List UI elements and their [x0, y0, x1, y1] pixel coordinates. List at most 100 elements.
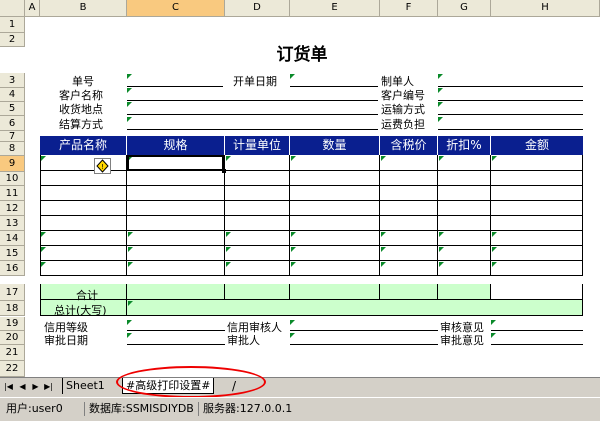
row-header-18[interactable]: 18	[0, 301, 25, 316]
row-header-12[interactable]: 12	[0, 201, 25, 216]
table-cell[interactable]	[438, 216, 491, 231]
table-cell[interactable]	[438, 155, 491, 171]
order-no-field[interactable]	[127, 86, 223, 87]
transport-field[interactable]	[438, 114, 583, 115]
freight-field[interactable]	[438, 129, 583, 130]
table-cell[interactable]	[290, 231, 380, 246]
customer-name-field[interactable]	[127, 100, 378, 101]
row-header-2[interactable]: 2	[0, 33, 25, 47]
row-header-9[interactable]: 9	[0, 156, 25, 172]
table-cell[interactable]	[127, 171, 225, 186]
table-cell[interactable]	[225, 171, 290, 186]
maker-field[interactable]	[438, 86, 583, 87]
column-header-f[interactable]: F	[380, 0, 438, 17]
table-cell[interactable]	[380, 201, 438, 216]
table-cell[interactable]	[438, 186, 491, 201]
table-cell[interactable]	[127, 216, 225, 231]
total-cell[interactable]	[225, 284, 290, 300]
table-cell[interactable]	[380, 231, 438, 246]
total-amount-cell[interactable]	[491, 284, 583, 300]
table-cell[interactable]	[491, 171, 583, 186]
review-opinion-field[interactable]	[491, 330, 583, 331]
table-cell[interactable]	[225, 216, 290, 231]
row-header-21[interactable]: 21	[0, 345, 25, 361]
selected-cell[interactable]	[127, 155, 224, 171]
row-header-22[interactable]: 22	[0, 361, 25, 377]
total-cell[interactable]	[380, 284, 438, 300]
table-cell[interactable]	[290, 186, 380, 201]
row-header-14[interactable]: 14	[0, 231, 25, 246]
table-cell[interactable]	[40, 155, 127, 171]
table-cell[interactable]	[40, 216, 127, 231]
table-cell[interactable]	[380, 186, 438, 201]
table-cell[interactable]	[290, 155, 380, 171]
table-cell[interactable]	[491, 231, 583, 246]
column-header-e[interactable]: E	[290, 0, 380, 17]
row-header-7[interactable]: 7	[0, 131, 25, 142]
table-cell[interactable]	[40, 186, 127, 201]
column-header-b[interactable]: B	[40, 0, 127, 17]
column-header-g[interactable]: G	[438, 0, 491, 17]
last-sheet-icon[interactable]: ▶|	[43, 380, 54, 393]
row-header-8[interactable]: 8	[0, 142, 25, 156]
table-cell[interactable]	[438, 261, 491, 276]
row-header-10[interactable]: 10	[0, 172, 25, 186]
table-cell[interactable]	[127, 246, 225, 261]
customer-code-field[interactable]	[438, 100, 583, 101]
total-cell[interactable]	[290, 284, 380, 300]
table-cell[interactable]	[225, 186, 290, 201]
total-cell[interactable]	[438, 284, 491, 300]
row-header-19[interactable]: 19	[0, 317, 25, 331]
table-cell[interactable]	[40, 246, 127, 261]
column-header-d[interactable]: D	[225, 0, 290, 17]
column-header-h[interactable]: H	[491, 0, 600, 17]
table-cell[interactable]	[491, 261, 583, 276]
row-header-11[interactable]: 11	[0, 186, 25, 201]
total-upper-value-cell[interactable]	[127, 300, 583, 316]
spreadsheet-grid[interactable]: ABCDEFGH 1 2 3 4 5 6 7 8 9 10 11 12 13 14 15 16 17 18 19 20…	[0, 0, 600, 377]
table-cell[interactable]	[380, 155, 438, 171]
table-cell[interactable]	[40, 261, 127, 276]
prev-sheet-icon[interactable]: ◀	[17, 380, 28, 393]
table-cell[interactable]	[491, 155, 583, 171]
table-cell[interactable]	[290, 171, 380, 186]
table-cell[interactable]	[225, 246, 290, 261]
row-header-6[interactable]: 6	[0, 116, 25, 131]
table-cell[interactable]	[438, 201, 491, 216]
table-cell[interactable]	[40, 231, 127, 246]
table-cell[interactable]	[380, 171, 438, 186]
table-cell[interactable]	[225, 155, 290, 171]
table-cell[interactable]	[225, 261, 290, 276]
table-cell[interactable]	[290, 261, 380, 276]
column-header-a[interactable]: A	[25, 0, 40, 17]
tab-sheet1[interactable]: Sheet1	[62, 378, 108, 394]
table-cell[interactable]	[438, 231, 491, 246]
open-date-field[interactable]	[290, 86, 378, 87]
table-cell[interactable]	[127, 186, 225, 201]
table-cell[interactable]	[491, 186, 583, 201]
row-header-20[interactable]: 20	[0, 331, 25, 345]
table-cell[interactable]	[290, 201, 380, 216]
delivery-place-field[interactable]	[127, 114, 378, 115]
credit-level-field[interactable]	[127, 330, 225, 331]
row-header-4[interactable]: 4	[0, 88, 25, 102]
table-cell[interactable]	[438, 171, 491, 186]
row-header-5[interactable]: 5	[0, 102, 25, 116]
row-header-3[interactable]: 3	[0, 73, 25, 88]
table-cell[interactable]	[438, 246, 491, 261]
total-cell[interactable]	[127, 284, 225, 300]
table-cell[interactable]	[290, 216, 380, 231]
table-cell[interactable]	[127, 201, 225, 216]
table-cell[interactable]	[380, 246, 438, 261]
next-sheet-icon[interactable]: ▶	[30, 380, 41, 393]
row-header-17[interactable]: 17	[0, 284, 25, 301]
fill-handle[interactable]	[222, 169, 226, 173]
table-cell[interactable]	[225, 231, 290, 246]
table-cell[interactable]	[225, 201, 290, 216]
table-cell[interactable]	[127, 261, 225, 276]
credit-review-field[interactable]	[290, 330, 438, 331]
table-cell[interactable]	[491, 246, 583, 261]
select-all-corner[interactable]	[0, 0, 25, 17]
table-cell[interactable]	[380, 261, 438, 276]
smart-tag-icon[interactable]: !	[94, 158, 111, 174]
